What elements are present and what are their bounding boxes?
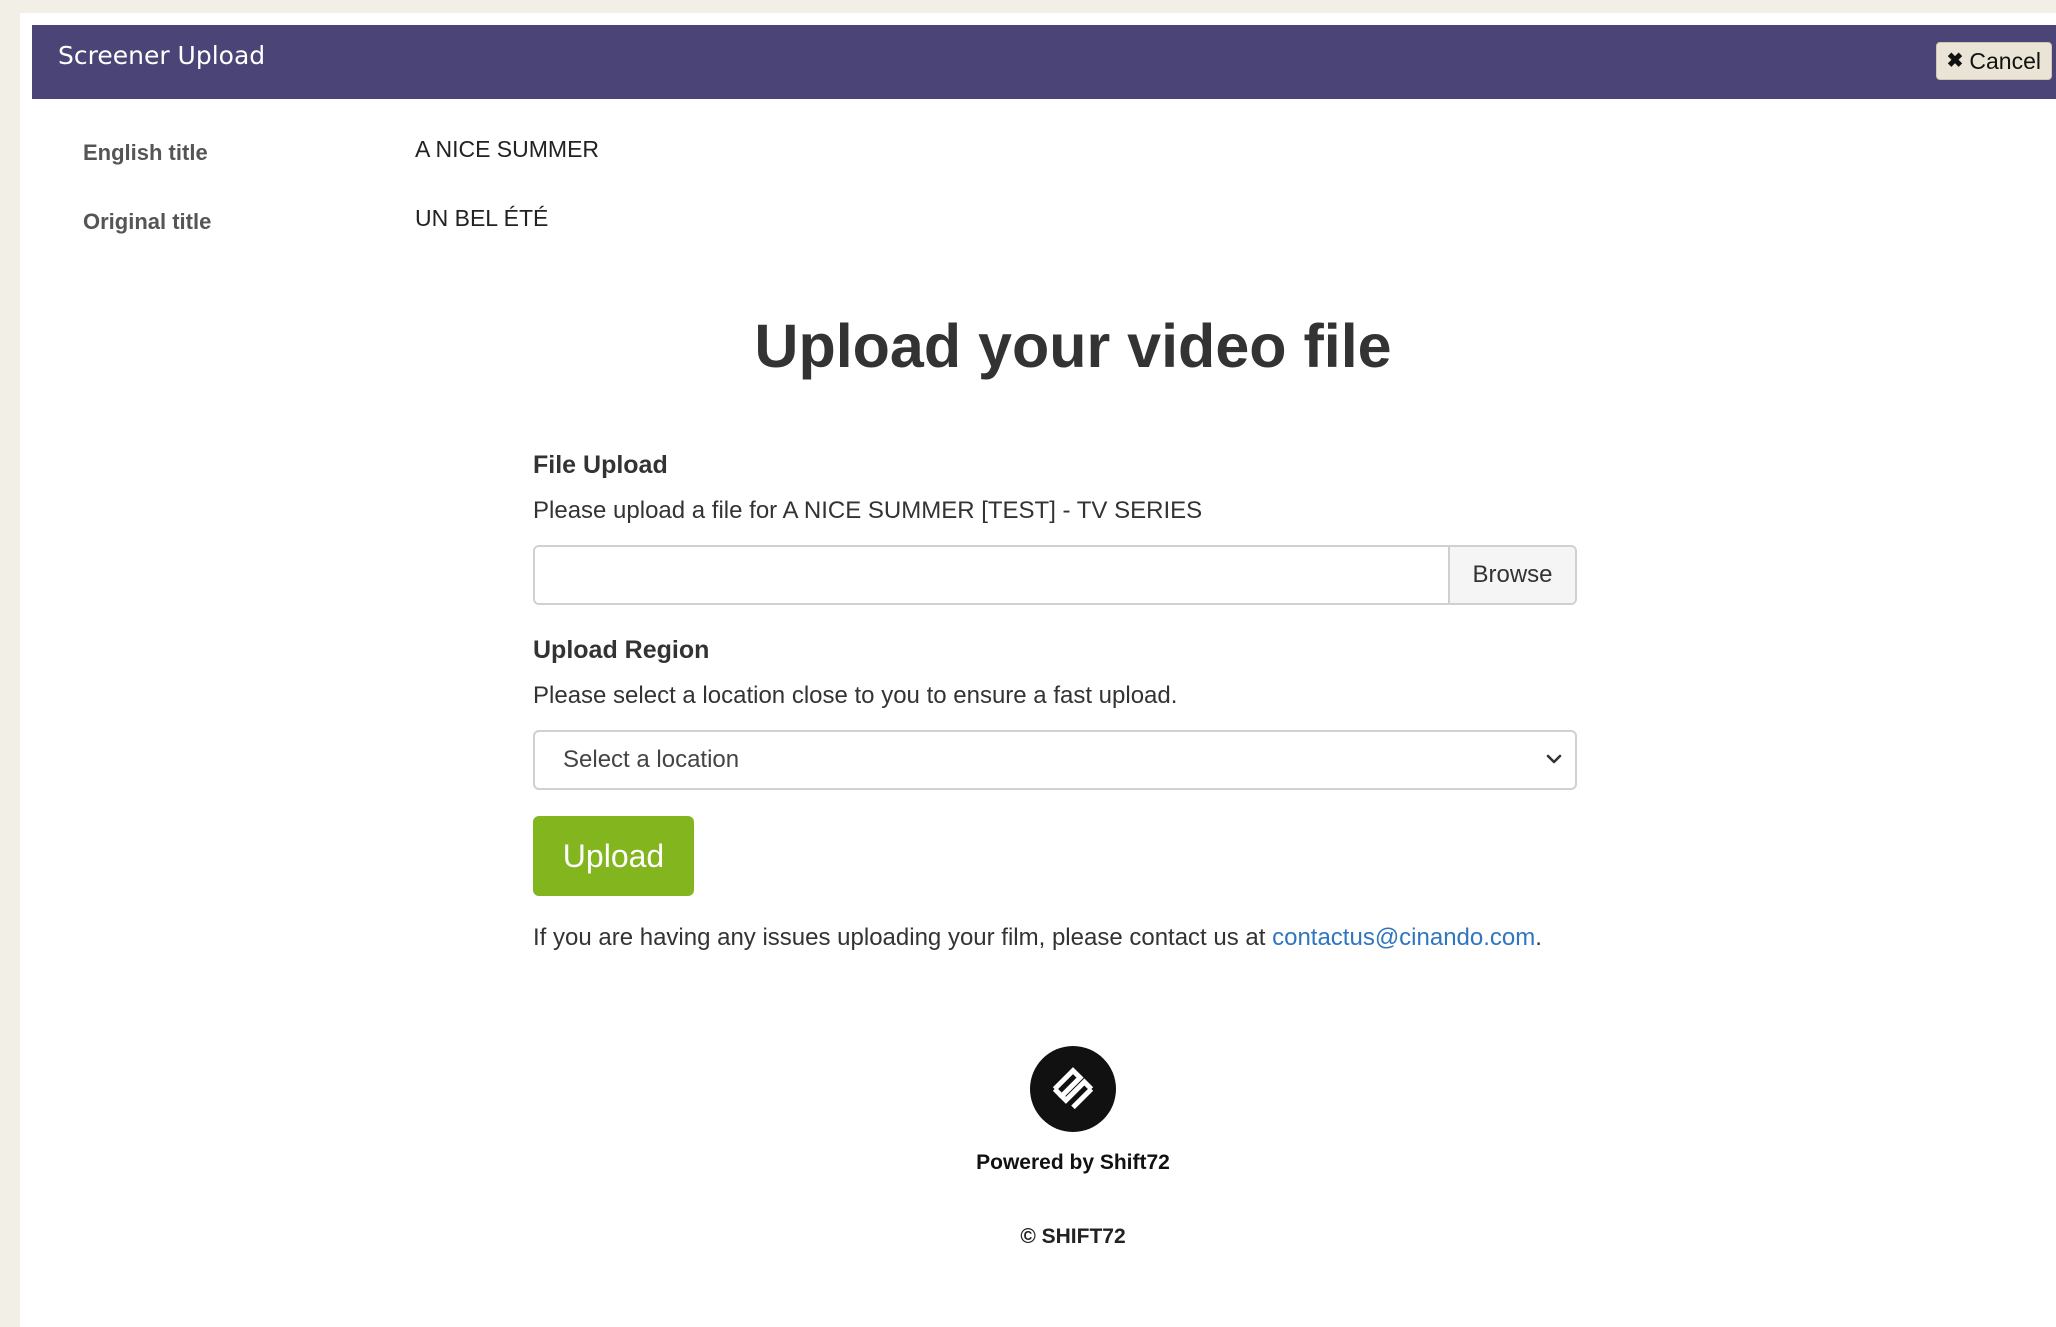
file-upload-description: Please upload a file for A NICE SUMMER [… [533, 497, 1203, 524]
english-title-value: A NICE SUMMER [415, 136, 600, 162]
upload-region-label: Upload Region [533, 636, 710, 664]
shift72-logo-icon [1030, 1046, 1116, 1132]
file-path-input[interactable] [535, 547, 1448, 603]
upload-form: File Upload Please upload a file for A N… [533, 451, 1577, 952]
cancel-button[interactable]: ✖ Cancel [1935, 42, 2052, 80]
dialog-header: Screener Upload ✖ Cancel [32, 25, 2056, 99]
powered-by-text: Powered by Shift72 [976, 1151, 1170, 1174]
contact-email-link[interactable]: contactus@cinando.com [1272, 924, 1535, 951]
cancel-label: Cancel [1969, 48, 2041, 74]
original-title-label: Original title [83, 209, 212, 234]
upload-button[interactable]: Upload [533, 816, 694, 896]
help-text: If you are having any issues uploading y… [533, 924, 1577, 952]
close-icon: ✖ [1946, 50, 1964, 72]
chevron-down-icon [1546, 754, 1562, 764]
footer: Powered by Shift72 © SHIFT72 [20, 1046, 2056, 1249]
location-select[interactable]: Select a location [533, 730, 1577, 790]
dialog-title: Screener Upload [58, 41, 266, 70]
location-select-value: Select a location [563, 746, 740, 773]
upload-region-description: Please select a location close to you to… [533, 682, 1178, 709]
help-suffix: . [1535, 924, 1542, 951]
page-heading: Upload your video file [754, 312, 1392, 380]
browse-button[interactable]: Browse [1448, 547, 1575, 603]
english-title-label: English title [83, 140, 208, 165]
copyright-text: © SHIFT72 [1020, 1225, 1126, 1248]
screener-upload-dialog: Screener Upload ✖ Cancel English title A… [20, 13, 2056, 1327]
original-title-value: UN BEL ÉTÉ [415, 205, 549, 231]
file-upload-label: File Upload [533, 451, 668, 479]
file-picker: Browse [533, 545, 1577, 605]
help-prefix: If you are having any issues uploading y… [533, 924, 1273, 951]
